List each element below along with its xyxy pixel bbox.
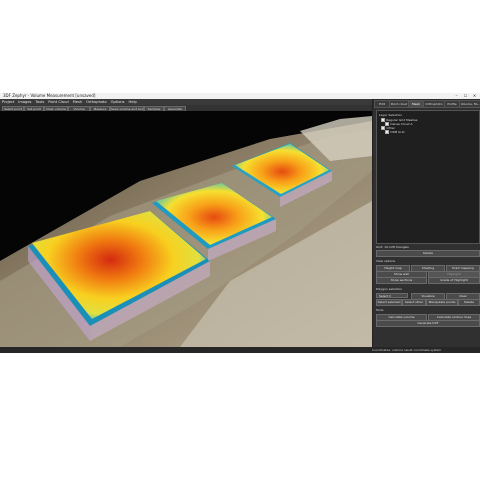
selection-mode-select[interactable]: Select ▾	[376, 293, 408, 298]
tree-title: Layer Selection	[379, 113, 403, 117]
select-other-button[interactable]: Select other	[402, 299, 426, 306]
delete-points-button[interactable]: Delete	[458, 299, 480, 306]
tree-item-label: DSM Grid	[390, 130, 405, 135]
checkbox-icon[interactable]	[385, 130, 390, 135]
tools-label: Tools	[376, 308, 384, 312]
application-window: 3DF Zephyr - Volume Measurement [unsaved…	[0, 93, 480, 353]
grade-highlight-button[interactable]: Grade of Highlight	[428, 277, 480, 284]
tab-edit[interactable]: Edit	[374, 100, 390, 108]
tab-point-cloud[interactable]: Point cloud	[389, 100, 409, 108]
chevron-down-icon: ▾	[389, 294, 391, 298]
select-selected-button[interactable]: Select selected	[376, 299, 402, 306]
tab-profile[interactable]: Profile	[444, 100, 460, 108]
show-sections-button[interactable]: Show sections	[376, 277, 427, 284]
selection-mode-value: Select	[379, 294, 389, 298]
tab-mesh[interactable]: Mesh	[408, 100, 424, 108]
manipulate-points-button[interactable]: Manipulate points	[426, 299, 458, 306]
view-options-label: View options	[376, 259, 396, 263]
polygon-selection-label: Polygon selection	[376, 287, 403, 291]
tab-orthophoto[interactable]: Orthophoto	[423, 100, 445, 108]
generate-dxf-button[interactable]: Generate DXF	[376, 320, 480, 327]
terrain-render	[0, 111, 372, 347]
delete-button[interactable]: Delete	[376, 250, 480, 257]
tree-item-dsm-grid[interactable]: DSM Grid	[385, 130, 405, 135]
status-text: Coordinates: volume result coordinate sy…	[372, 348, 442, 352]
side-panel: Edit Point cloud Mesh Orthophoto Profile…	[372, 99, 480, 347]
status-bar: Coordinates: volume result coordinate sy…	[0, 347, 480, 353]
tab-volume[interactable]: Volume, flo...	[459, 100, 480, 108]
layer-tree: Layer Selection Regular Grid Meshes Dens…	[376, 110, 480, 244]
3d-viewport[interactable]	[0, 111, 372, 347]
panel-tabs: Edit Point cloud Mesh Orthophoto Profile…	[373, 99, 480, 108]
grid-info: Grid: 12.128 triangles	[376, 245, 409, 249]
